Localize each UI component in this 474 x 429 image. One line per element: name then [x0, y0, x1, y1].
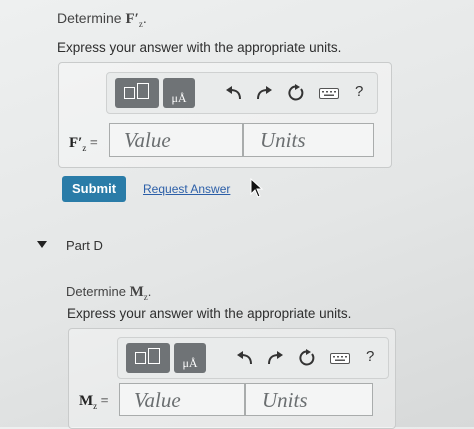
part-c-prompt: Determine F′z.	[57, 10, 147, 29]
templates-button[interactable]	[115, 78, 159, 108]
prompt-period: .	[147, 284, 152, 299]
part-c-answer-panel: μÅ ? F′z = Value Units	[58, 62, 392, 168]
keyboard-icon[interactable]	[330, 353, 350, 364]
units-button[interactable]: μÅ	[174, 343, 206, 373]
redo-icon[interactable]	[255, 85, 273, 101]
value-input[interactable]: Value	[109, 123, 243, 157]
part-d-answer-label: Mz =	[79, 393, 109, 411]
mouse-cursor-icon	[250, 178, 264, 198]
answer-subscript: z	[82, 142, 87, 153]
units-input[interactable]: Units	[245, 383, 373, 416]
submit-button[interactable]: Submit	[62, 176, 126, 202]
prompt-symbol: Mz	[129, 284, 148, 302]
equals-sign: =	[89, 136, 98, 151]
part-d-prompt: Determine Mz.	[66, 284, 151, 302]
answer-subscript: z	[93, 400, 98, 411]
reset-icon[interactable]	[287, 84, 305, 102]
templates-icon	[124, 87, 135, 99]
part-c-answer-label: F′z =	[69, 135, 98, 153]
undo-icon[interactable]	[225, 85, 243, 101]
prompt-text: Determine	[57, 10, 122, 26]
help-icon[interactable]: ?	[366, 348, 374, 365]
units-icon: μÅ	[171, 91, 187, 105]
value-input[interactable]: Value	[119, 383, 245, 416]
request-answer-link[interactable]: Request Answer	[143, 182, 230, 196]
units-button[interactable]: μÅ	[163, 78, 195, 108]
reset-icon[interactable]	[298, 349, 316, 367]
answer-symbol: F′	[69, 135, 83, 151]
part-d-toolbar: μÅ ?	[117, 337, 389, 379]
redo-icon[interactable]	[266, 350, 284, 366]
part-d-instruction: Express your answer with the appropriate…	[67, 306, 352, 321]
units-icon: μÅ	[182, 356, 198, 370]
part-d-title[interactable]: Part D	[66, 238, 103, 253]
prompt-symbol: F′z	[125, 11, 143, 29]
keyboard-icon[interactable]	[319, 88, 339, 99]
templates-button[interactable]	[126, 343, 170, 373]
units-input[interactable]: Units	[243, 123, 374, 157]
prompt-period: .	[142, 10, 147, 26]
prompt-text: Determine	[66, 284, 126, 299]
answer-symbol: M	[79, 393, 94, 409]
equals-sign: =	[100, 394, 109, 409]
templates-icon-part	[148, 348, 160, 364]
templates-icon-part	[137, 83, 149, 99]
templates-icon	[135, 352, 146, 364]
collapse-triangle-icon[interactable]	[37, 241, 47, 249]
part-c-toolbar: μÅ ?	[106, 72, 378, 114]
undo-icon[interactable]	[236, 350, 254, 366]
part-c-instruction: Express your answer with the appropriate…	[57, 40, 342, 55]
help-icon[interactable]: ?	[355, 83, 363, 100]
part-d-answer-panel: μÅ ? Mz = Value Units	[68, 328, 396, 429]
